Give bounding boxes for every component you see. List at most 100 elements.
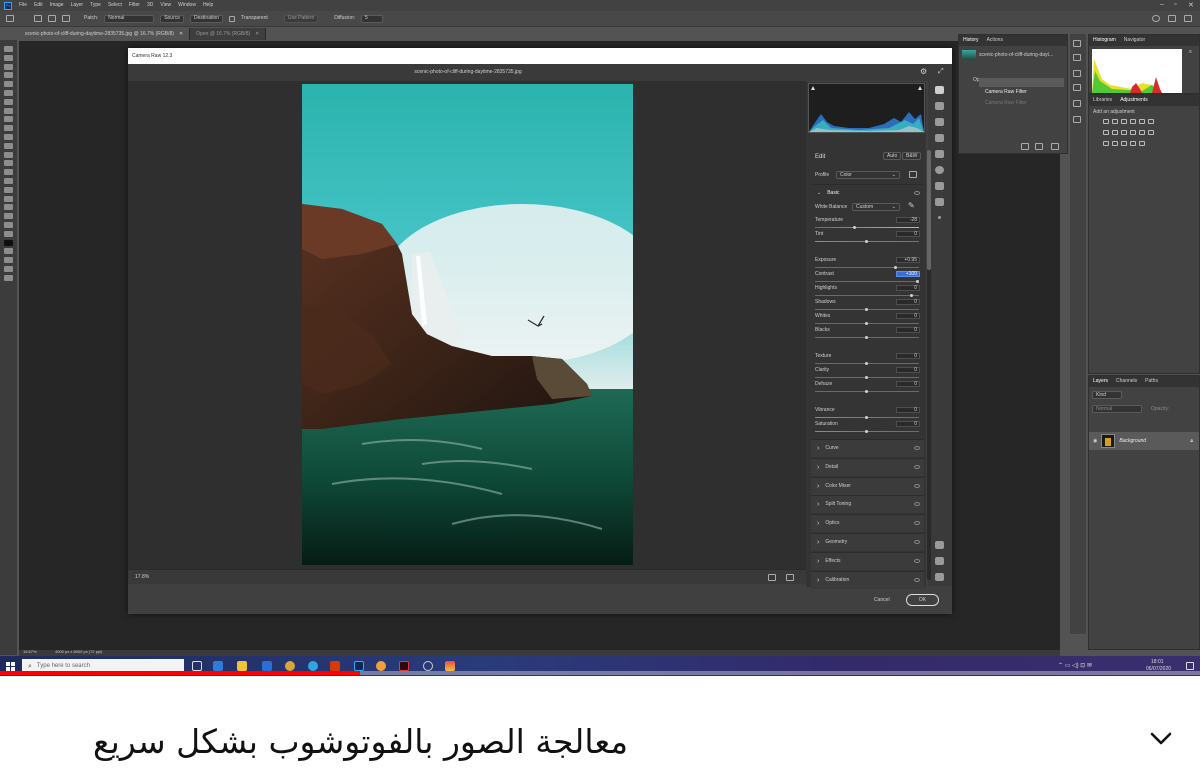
cancel-button[interactable]: Cancel — [874, 598, 890, 603]
tab-libraries[interactable]: Libraries — [1093, 98, 1112, 103]
swap-tool-icon[interactable] — [4, 248, 13, 255]
photo-filter-adjustment-icon[interactable] — [1130, 130, 1136, 135]
visibility-eye-icon[interactable] — [914, 191, 920, 195]
visibility-eye-icon[interactable] — [914, 502, 920, 507]
menu-select[interactable]: Select — [108, 3, 122, 8]
visibility-eye-icon[interactable] — [914, 577, 920, 582]
before-after-icon[interactable] — [786, 574, 794, 581]
color-sampler-icon[interactable] — [935, 557, 944, 565]
vibrance-slider-knob[interactable] — [865, 416, 868, 419]
history-panel-icon[interactable] — [1073, 40, 1081, 47]
blacks-slider-knob[interactable] — [865, 336, 868, 339]
saturation-slider-knob[interactable] — [865, 430, 868, 433]
grid-overlay-icon[interactable] — [935, 573, 944, 581]
tab-histogram[interactable]: Histogram — [1093, 38, 1116, 43]
blend-mode-select[interactable]: Normal — [1092, 405, 1142, 413]
zoom-select[interactable]: 17.8% — [131, 573, 157, 581]
tab-history[interactable]: History — [963, 38, 979, 43]
store-icon[interactable] — [213, 661, 223, 671]
quick-select-tool-icon[interactable] — [4, 72, 13, 79]
more-options-icon[interactable] — [938, 216, 941, 219]
section-effects[interactable]: › Effects — [811, 551, 924, 570]
spot-removal-icon[interactable] — [935, 118, 944, 126]
layer-kind-filter[interactable]: Kind — [1092, 391, 1122, 399]
crop-icon[interactable] — [935, 102, 944, 110]
add-selection-icon[interactable] — [48, 15, 56, 22]
invert-adjustment-icon[interactable] — [1103, 141, 1109, 146]
ok-button[interactable]: OK — [906, 594, 939, 606]
hand-icon[interactable] — [935, 541, 944, 549]
destination-button[interactable]: Destination — [190, 14, 224, 23]
menu-type[interactable]: Type — [90, 3, 101, 8]
move-tool-icon[interactable] — [4, 46, 13, 52]
visibility-eye-icon[interactable] — [914, 464, 920, 469]
section-detail[interactable]: › Detail — [811, 457, 924, 476]
dehaze-value-input[interactable]: 0 — [896, 381, 920, 387]
visibility-eye-icon[interactable] — [914, 521, 920, 526]
exposure-slider-knob[interactable] — [893, 266, 897, 269]
tab-channels[interactable]: Channels — [1116, 379, 1137, 384]
graduated-filter-icon[interactable] — [935, 150, 944, 158]
maximize-icon[interactable]: ▫ — [1174, 1, 1176, 8]
red-eye-icon[interactable] — [935, 182, 944, 190]
eyedropper-tool-icon[interactable] — [4, 98, 13, 105]
clarity-value-input[interactable]: 0 — [896, 367, 920, 373]
selective-color-adjustment-icon[interactable] — [1139, 141, 1145, 146]
blacks-value-input[interactable]: 0 — [896, 327, 920, 333]
panel-menu-icon[interactable]: ≡ — [1189, 50, 1192, 55]
character-icon[interactable] — [1073, 100, 1081, 107]
screen-mode-tool-icon[interactable] — [4, 266, 13, 272]
photos-icon[interactable] — [445, 661, 455, 671]
bw-button[interactable]: B&W — [902, 152, 922, 160]
mail-icon[interactable] — [262, 661, 272, 671]
hand-tool-icon[interactable] — [4, 213, 13, 220]
vibrance-value-input[interactable]: 0 — [896, 407, 920, 413]
tab-document-open[interactable]: Open @ 16.7% (RGB/8) ✕ — [190, 28, 267, 40]
visibility-eye-icon[interactable] — [914, 540, 920, 544]
tab-actions[interactable]: Actions — [987, 38, 1003, 43]
layer-visibility-eye-icon[interactable]: ◉ — [1093, 438, 1097, 444]
menu-view[interactable]: View — [160, 3, 171, 8]
share-icon[interactable] — [1184, 15, 1192, 22]
section-calibration[interactable]: › Calibration — [811, 570, 924, 589]
properties-icon[interactable] — [1073, 70, 1081, 77]
highlights-value-input[interactable]: 0 — [896, 285, 920, 291]
menu-filter[interactable]: Filter — [129, 3, 140, 8]
patch-mode-select[interactable]: Normal — [104, 14, 155, 23]
whites-slider-knob[interactable] — [865, 322, 868, 325]
trash-icon[interactable] — [1051, 143, 1059, 150]
section-optics[interactable]: › Optics — [811, 514, 924, 533]
healing-tool-icon[interactable] — [4, 107, 13, 114]
menu-edit[interactable]: Edit — [34, 3, 43, 8]
transparent-checkbox[interactable] — [229, 15, 236, 22]
white-balance-eyedropper-icon[interactable]: ✎ — [908, 202, 915, 210]
task-view-icon[interactable] — [192, 661, 202, 671]
video-progress-bar[interactable] — [0, 671, 1200, 675]
quick-mask-tool-icon[interactable] — [4, 257, 13, 264]
colors-tool-icon[interactable] — [4, 239, 13, 246]
close-icon[interactable]: ✕ — [1188, 1, 1194, 9]
crop-tool-icon[interactable] — [4, 81, 13, 88]
tint-slider-knob[interactable] — [865, 240, 868, 243]
eraser-tool-icon[interactable] — [4, 142, 13, 149]
subtract-selection-icon[interactable] — [62, 15, 70, 22]
section-curve[interactable]: › Curve — [811, 439, 924, 457]
acrobat-icon[interactable] — [399, 661, 409, 671]
fullscreen-icon[interactable]: ⤢ — [938, 68, 944, 75]
levels-adjustment-icon[interactable] — [1112, 119, 1118, 124]
edit-sliders-icon[interactable] — [935, 86, 944, 94]
tab-adjustments[interactable]: Adjustments — [1120, 98, 1148, 103]
tint-value-input[interactable]: 0 — [896, 231, 920, 237]
tab-layers[interactable]: Layers — [1093, 379, 1108, 384]
white-balance-select[interactable]: Custom ⌄ — [852, 203, 900, 211]
lasso-tool-icon[interactable] — [4, 63, 13, 70]
brushes-icon[interactable] — [1073, 116, 1081, 123]
tab-paths[interactable]: Paths — [1145, 379, 1158, 384]
color-lookup-adjustment-icon[interactable] — [1148, 130, 1154, 135]
highlights-slider-knob[interactable] — [909, 294, 913, 297]
zoom-tool-icon[interactable] — [4, 222, 13, 228]
tab-navigator[interactable]: Navigator — [1124, 38, 1145, 43]
tab-close-icon[interactable]: ✕ — [179, 31, 183, 37]
gradient-map-adjustment-icon[interactable] — [1130, 141, 1136, 146]
notifications-icon[interactable] — [1186, 662, 1194, 670]
